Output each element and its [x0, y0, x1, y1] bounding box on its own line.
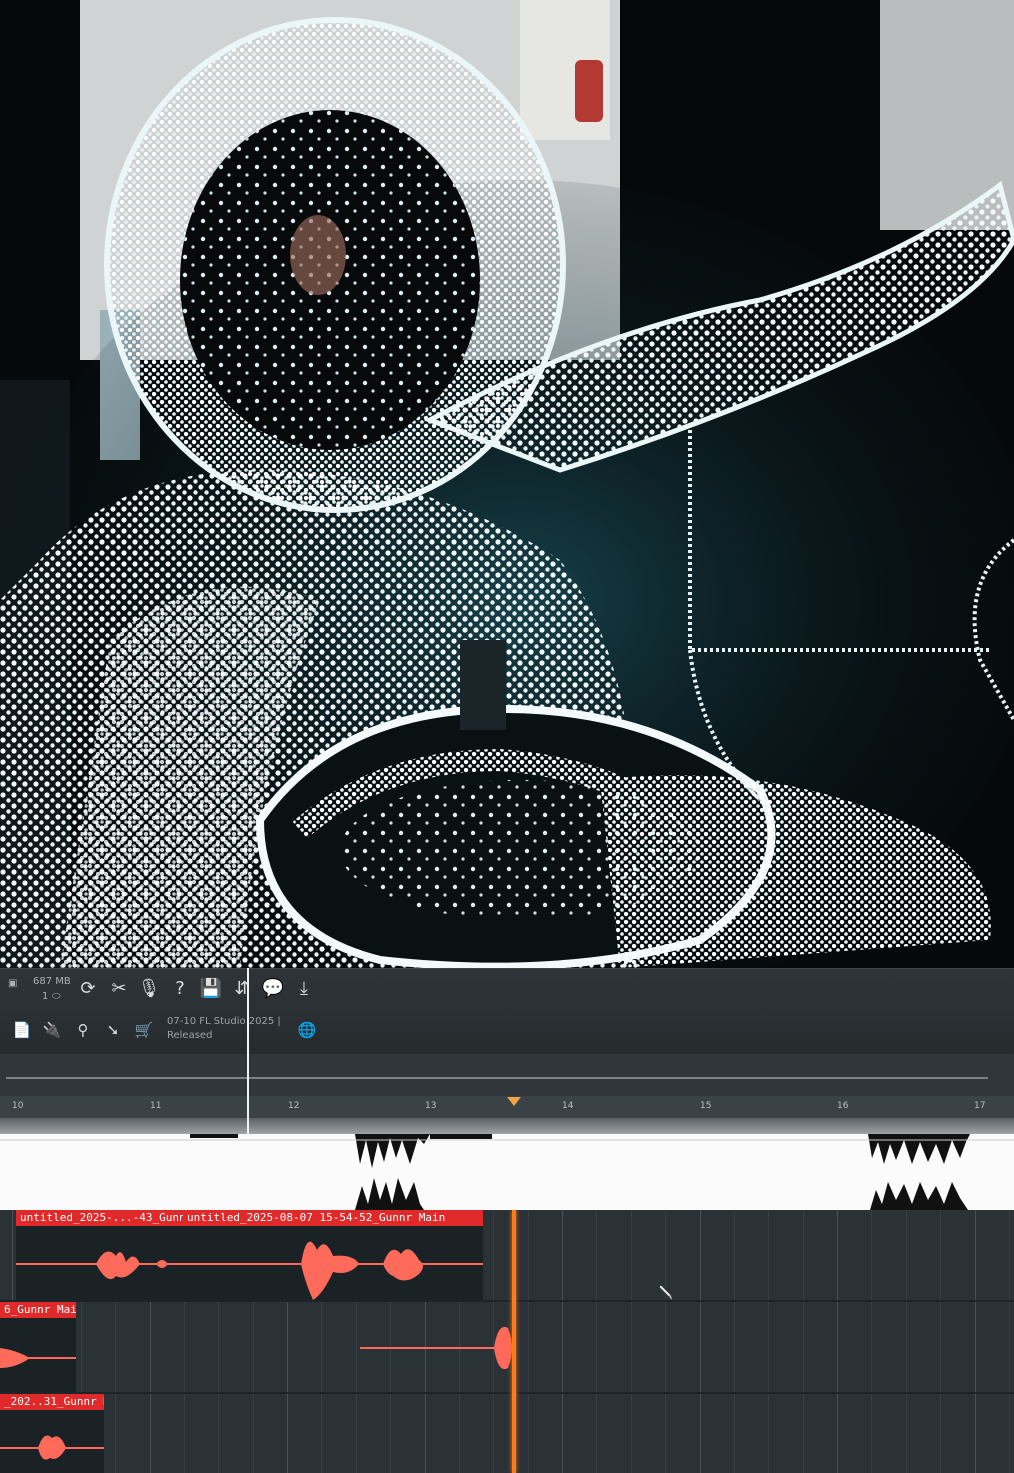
- scissors-icon[interactable]: ✂: [107, 976, 131, 1002]
- memory-icon: ▣: [8, 978, 18, 989]
- grid-line: [940, 1210, 941, 1473]
- help-icon[interactable]: ?: [168, 976, 192, 1002]
- grid-line: [837, 1210, 838, 1473]
- playlist-playhead[interactable]: [512, 1210, 516, 1473]
- bar-label: 12: [288, 1101, 300, 1111]
- playback-position-line[interactable]: [247, 968, 249, 1135]
- memory-readout: 687 MB: [33, 976, 71, 987]
- clip-name[interactable]: 6_Gunnr Main: [0, 1302, 76, 1318]
- shop-icon[interactable]: 🛒: [132, 1017, 156, 1043]
- cpu-meter-icon: ⬭: [52, 991, 61, 1002]
- track-divider: [0, 1300, 1014, 1302]
- clip-name[interactable]: untitled_2025-08-07 15-54-52_Gunnr Main: [183, 1210, 483, 1226]
- master-waveform: [0, 1134, 1014, 1210]
- hint-arrow-icon[interactable]: ➘: [101, 1017, 125, 1043]
- export-icon[interactable]: ⇵: [230, 976, 254, 1002]
- globe-icon[interactable]: 🌐: [295, 1017, 319, 1043]
- new-file-icon[interactable]: 📄: [10, 1017, 34, 1043]
- poly-count: 1: [42, 991, 49, 1002]
- track2-waveform: [360, 1326, 512, 1370]
- grid-line: [734, 1210, 735, 1473]
- bar-label: 13: [425, 1101, 437, 1111]
- bar-label: 10: [12, 1101, 24, 1111]
- audio-clip[interactable]: _202..31_Gunnr Main: [0, 1394, 104, 1473]
- plugin-icon[interactable]: 🔌: [40, 1017, 64, 1043]
- news-text-line2[interactable]: Released: [167, 1030, 212, 1041]
- bar-label: 14: [562, 1101, 574, 1111]
- grid-line: [803, 1210, 804, 1473]
- audio-clip[interactable]: untitled_2025-08-07 15-54-52_Gunnr Main: [183, 1210, 483, 1300]
- grid-line: [906, 1210, 907, 1473]
- ruler-shadow: [0, 1118, 1014, 1134]
- grid-line: [631, 1210, 632, 1473]
- bar-label: 17: [974, 1101, 986, 1111]
- song-position-marker[interactable]: [507, 1097, 521, 1106]
- grid-line: [768, 1210, 769, 1473]
- playlist-area[interactable]: untitled_2025-...-43_Gunnr Main untitled…: [0, 1210, 1014, 1473]
- audio-clip[interactable]: untitled_2025-...-43_Gunnr Main: [16, 1210, 183, 1300]
- pencil-cursor-icon: [658, 1285, 672, 1300]
- browser-icon[interactable]: ⚲: [71, 1017, 95, 1043]
- chat-icon[interactable]: 💬: [261, 976, 285, 1002]
- grid-line: [1009, 1210, 1010, 1473]
- clip-waveform: [0, 1348, 76, 1368]
- clip-waveform: [16, 1251, 183, 1280]
- video-frame: [0, 0, 1014, 968]
- grid-line: [975, 1210, 976, 1473]
- horizontal-scrollbar[interactable]: [6, 1077, 988, 1079]
- dotted-figure-image: [0, 0, 1014, 968]
- track-divider: [0, 1392, 1014, 1394]
- bar-label: 16: [837, 1101, 849, 1111]
- clip-name[interactable]: untitled_2025-...-43_Gunnr Main: [16, 1210, 183, 1226]
- grid-line: [665, 1210, 666, 1473]
- grid-line: [562, 1210, 563, 1473]
- bar-label: 15: [700, 1101, 712, 1111]
- news-text-line1[interactable]: 07-10 FL Studio 2025 |: [167, 1016, 281, 1027]
- clip-waveform: [183, 1241, 483, 1300]
- clip-waveform: [0, 1435, 104, 1460]
- refresh-icon[interactable]: ⟳: [76, 976, 100, 1002]
- download-icon[interactable]: ⤓: [292, 976, 316, 1002]
- save-icon[interactable]: 💾: [199, 976, 223, 1002]
- microphone-icon[interactable]: 🎙: [137, 976, 161, 1002]
- grid-line: [700, 1210, 701, 1473]
- grid-line: [528, 1210, 529, 1473]
- audio-clip[interactable]: 6_Gunnr Main: [0, 1302, 76, 1392]
- bar-label: 11: [150, 1101, 162, 1111]
- grid-line: [871, 1210, 872, 1473]
- clip-name[interactable]: _202..31_Gunnr Main: [0, 1394, 104, 1410]
- grid-line: [596, 1210, 597, 1473]
